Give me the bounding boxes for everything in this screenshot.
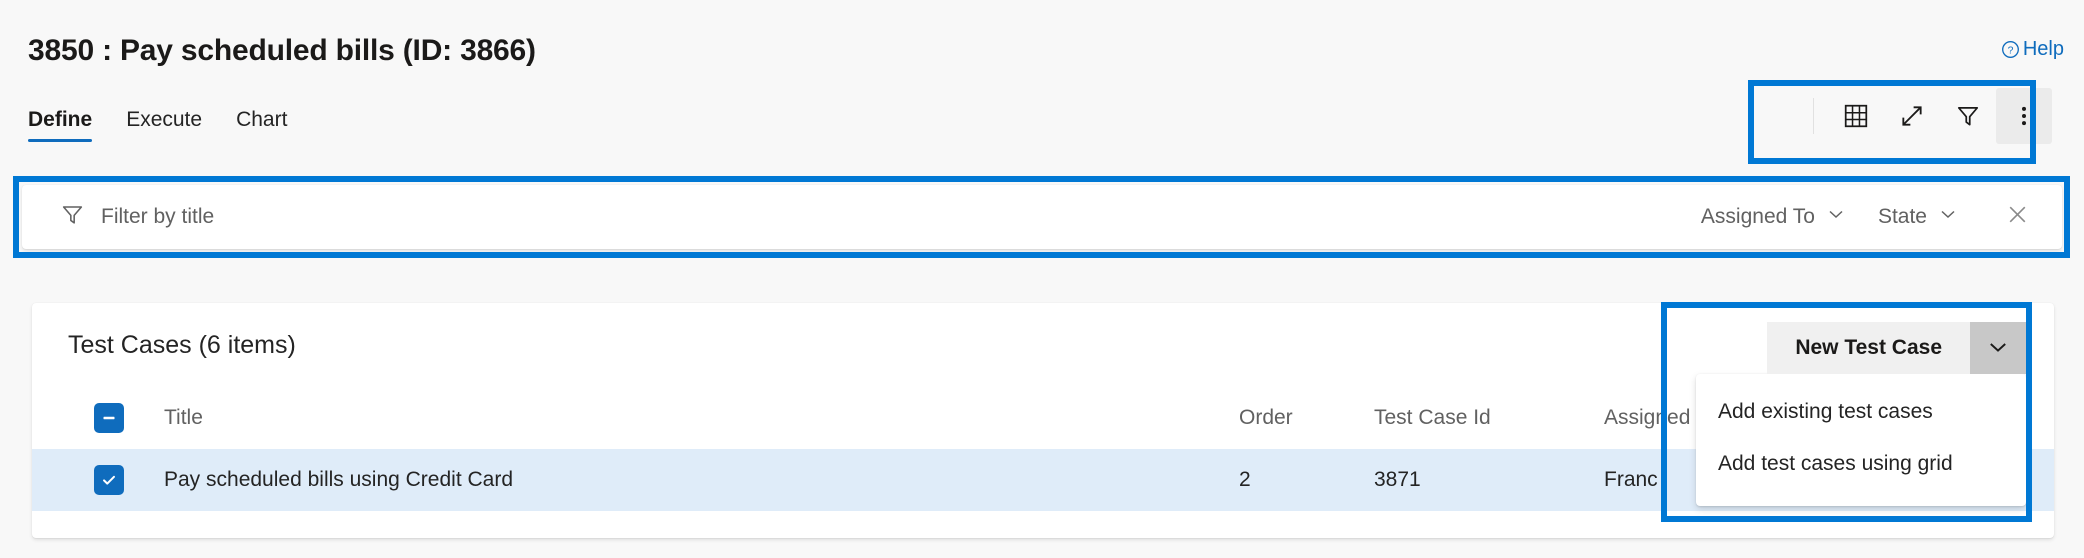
assigned-to-label: Assigned To: [1700, 205, 1815, 228]
chevron-down-icon: [1826, 204, 1846, 230]
cell-test-case-id: 3871: [1374, 468, 1421, 491]
more-options-button[interactable]: [1996, 88, 2052, 144]
close-icon: [2005, 202, 2030, 232]
toolbar-divider: [1813, 98, 1814, 134]
assigned-to-dropdown[interactable]: Assigned To: [1685, 196, 1862, 238]
new-test-case-split-button: New Test Case: [1767, 322, 2026, 374]
filter-by-title-input[interactable]: [99, 204, 703, 230]
question-circle-icon: ?: [2001, 40, 2020, 59]
filter-controls: Assigned To State: [1685, 195, 2062, 239]
filter-button[interactable]: [1940, 88, 1996, 144]
state-label: State: [1877, 205, 1927, 228]
grid-view-icon: [1843, 103, 1869, 129]
filter-icon: [1955, 103, 1981, 129]
new-test-case-menu: Add existing test cases Add test cases u…: [1696, 374, 2026, 506]
menu-item-add-test-cases-using-grid[interactable]: Add test cases using grid: [1696, 438, 2026, 490]
expand-icon: [1899, 103, 1925, 129]
page-header: 3850 : Pay scheduled bills (ID: 3866) ? …: [0, 0, 2084, 160]
cell-title: Pay scheduled bills using Credit Card: [164, 468, 514, 491]
filter-bar: Assigned To State: [22, 185, 2062, 249]
filter-input-group: [22, 202, 1685, 232]
column-header-test-case-id[interactable]: Test Case Id: [1374, 406, 1604, 430]
filter-funnel-icon: [60, 202, 85, 232]
select-all-checkbox[interactable]: [94, 403, 124, 433]
state-dropdown[interactable]: State: [1862, 196, 1974, 238]
card-title: Test Cases (6 items): [68, 331, 296, 359]
new-test-case-button[interactable]: New Test Case: [1767, 322, 1970, 374]
column-header-title[interactable]: Title: [124, 406, 1239, 430]
tab-define[interactable]: Define: [28, 108, 93, 142]
grid-view-button[interactable]: [1828, 88, 1884, 144]
help-link[interactable]: ? Help: [2001, 38, 2064, 61]
help-label: Help: [2022, 38, 2064, 60]
menu-item-add-existing-test-cases[interactable]: Add existing test cases: [1696, 386, 2026, 438]
chevron-down-icon: [1938, 204, 1958, 230]
column-header-order[interactable]: Order: [1239, 406, 1374, 430]
more-options-icon: [2011, 103, 2037, 129]
tab-chart[interactable]: Chart: [236, 108, 287, 142]
close-filter-button[interactable]: [1992, 195, 2042, 239]
svg-text:?: ?: [2007, 45, 2013, 56]
row-checkbox[interactable]: [94, 465, 124, 495]
tab-execute[interactable]: Execute: [126, 108, 202, 142]
tab-list: Define Execute Chart: [28, 108, 287, 142]
expand-button[interactable]: [1884, 88, 1940, 144]
cell-order: 2: [1239, 468, 1251, 491]
page-title: 3850 : Pay scheduled bills (ID: 3866): [28, 34, 536, 67]
toolbar: [1813, 88, 2052, 144]
new-test-case-chevron-button[interactable]: [1970, 322, 2026, 374]
chevron-down-icon: [1986, 335, 2010, 362]
